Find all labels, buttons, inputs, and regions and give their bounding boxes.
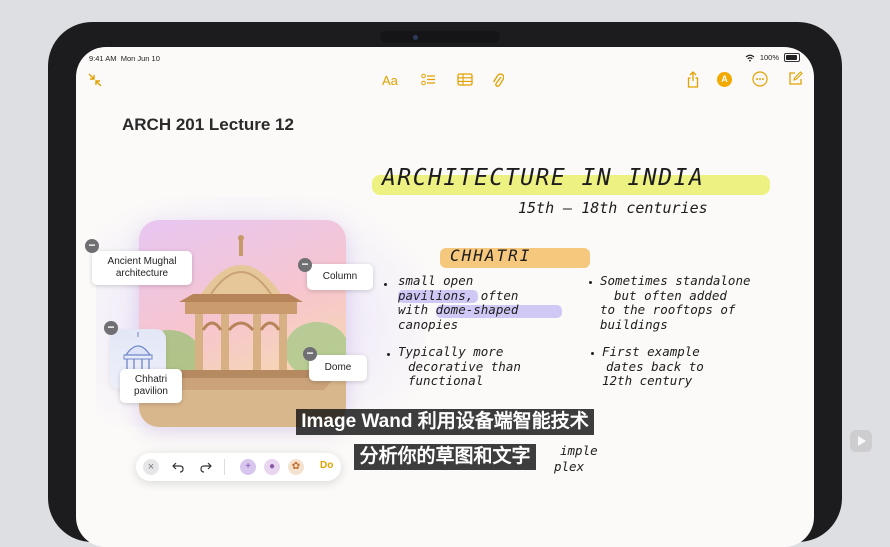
label-mughal: Ancient Mughal architecture bbox=[92, 251, 192, 285]
camera-housing bbox=[380, 31, 500, 43]
hw-line: Typically more bbox=[398, 344, 504, 359]
label-pavilion-text: Chhatri pavilion bbox=[134, 374, 168, 397]
remove-pavilion-button[interactable]: − bbox=[104, 321, 118, 335]
share-icon[interactable] bbox=[687, 71, 699, 88]
paperclip-icon[interactable] bbox=[492, 72, 504, 88]
status-date: Mon Jun 10 bbox=[120, 54, 160, 63]
status-indicators: 100% bbox=[745, 53, 800, 62]
hw-line: with dome-shaped bbox=[398, 302, 519, 317]
notes-toolbar: Aa A bbox=[76, 67, 814, 95]
hw-line: Sometimes standalone bbox=[600, 273, 751, 288]
hw-partial-complex: plex bbox=[554, 459, 585, 474]
person-icon[interactable]: ● bbox=[264, 459, 280, 475]
hw-section: CHHATRI bbox=[450, 246, 532, 265]
remove-column-button[interactable]: − bbox=[298, 258, 312, 272]
bullet bbox=[591, 352, 594, 355]
play-icon[interactable] bbox=[850, 430, 872, 452]
hw-col2-b2: First example dates back to 12th century bbox=[602, 344, 704, 389]
hw-line: but often added bbox=[614, 287, 727, 303]
hw-line: 12th century bbox=[602, 373, 693, 388]
collapse-arrows-icon[interactable] bbox=[88, 73, 102, 87]
label-dome-text: Dome bbox=[324, 362, 352, 373]
hw-partial-simple: imple bbox=[560, 443, 598, 458]
status-time-value: 9:41 AM bbox=[89, 54, 117, 63]
hw-subheading: 15th – 18th centuries bbox=[518, 199, 708, 217]
bullet bbox=[387, 353, 390, 356]
hw-line: buildings bbox=[600, 316, 668, 332]
close-icon[interactable]: × bbox=[143, 459, 159, 475]
hw-col1-b1: small open pavilions, often with dome-sh… bbox=[398, 273, 519, 332]
label-pavilion: Chhatri pavilion bbox=[120, 369, 182, 403]
bullet bbox=[384, 283, 387, 286]
battery-percent: 100% bbox=[759, 53, 779, 62]
redo-icon[interactable] bbox=[200, 461, 212, 473]
hw-line: pavilions, often bbox=[398, 287, 519, 303]
camera-icon bbox=[413, 35, 418, 40]
flower-icon[interactable]: ✿ bbox=[288, 459, 304, 475]
done-button[interactable]: Do bbox=[320, 460, 333, 471]
status-time: 9:41 AM Mon Jun 10 bbox=[89, 54, 160, 63]
wifi-icon bbox=[745, 54, 755, 61]
label-mughal-text: Ancient Mughal architecture bbox=[107, 256, 177, 279]
label-column: Column bbox=[307, 264, 373, 290]
hw-line: dates back to bbox=[606, 358, 704, 374]
hw-line: canopies bbox=[398, 316, 459, 332]
table-icon[interactable] bbox=[457, 73, 473, 86]
notes-screen: 9:41 AM Mon Jun 10 100% Aa A ARCH 201 Le… bbox=[76, 47, 814, 547]
remove-dome-button[interactable]: − bbox=[303, 347, 317, 361]
hw-col2-b1: Sometimes standalone but often added to … bbox=[600, 273, 751, 332]
hw-line: small open bbox=[398, 273, 474, 288]
ellipsis-icon[interactable] bbox=[752, 71, 768, 87]
remove-mughal-button[interactable]: − bbox=[85, 239, 99, 253]
avatar[interactable]: A bbox=[717, 72, 732, 87]
add-icon[interactable]: + bbox=[240, 459, 256, 475]
undo-icon[interactable] bbox=[172, 461, 184, 473]
hw-line: functional bbox=[408, 373, 484, 388]
hw-line: First example bbox=[602, 344, 700, 359]
bullet bbox=[589, 281, 592, 284]
format-text-button[interactable]: Aa bbox=[382, 72, 398, 90]
divider bbox=[224, 459, 225, 475]
hw-heading: ARCHITECTURE IN INDIA bbox=[382, 165, 705, 191]
status-bar: 9:41 AM Mon Jun 10 100% bbox=[76, 47, 814, 67]
checklist-icon[interactable] bbox=[421, 73, 436, 87]
hw-col1-b2: Typically more decorative than functiona… bbox=[398, 344, 521, 389]
hw-line: decorative than bbox=[408, 358, 521, 374]
compose-icon[interactable] bbox=[788, 71, 803, 86]
battery-icon bbox=[784, 53, 800, 62]
label-column-text: Column bbox=[322, 271, 358, 282]
note-title[interactable]: ARCH 201 Lecture 12 bbox=[122, 115, 294, 135]
image-wand-toolbar: × + ● ✿ Do bbox=[136, 453, 341, 481]
label-dome: Dome bbox=[309, 355, 367, 381]
hw-line: to the rooftops of bbox=[600, 302, 736, 317]
